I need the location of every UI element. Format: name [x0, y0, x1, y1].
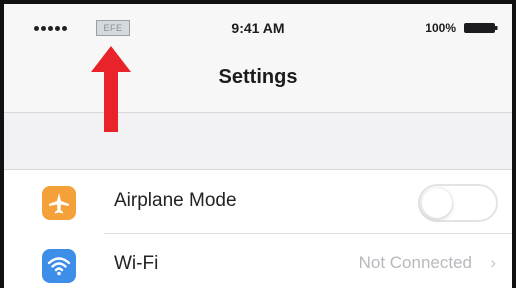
- red-arrow-annotation: [91, 46, 131, 132]
- airplane-mode-label: Airplane Mode: [114, 190, 237, 211]
- wifi-icon: [42, 249, 76, 283]
- toggle-knob: [422, 188, 452, 218]
- list-item-wifi[interactable]: Wi-Fi Not Connected ›: [4, 233, 512, 288]
- navigation-bar: Settings: [4, 50, 512, 113]
- battery-icon: [464, 23, 498, 33]
- airplane-mode-toggle[interactable]: [418, 184, 498, 222]
- settings-list: Airplane Mode Wi-Fi Not Connected ›: [4, 169, 512, 288]
- wifi-status-value: Not Connected: [358, 253, 472, 272]
- battery-percent: 100%: [425, 21, 456, 35]
- page-title: Settings: [218, 66, 298, 88]
- list-item-airplane-mode[interactable]: Airplane Mode: [4, 170, 512, 233]
- wifi-label: Wi-Fi: [114, 253, 159, 274]
- chevron-right-icon: ›: [490, 253, 496, 272]
- airplane-icon: [42, 186, 76, 220]
- row-divider: [104, 233, 512, 234]
- status-bar: EFE 9:41 AM 100%: [4, 4, 512, 50]
- phone-screen: EFE 9:41 AM 100% Settings Airplane Mode: [0, 0, 516, 288]
